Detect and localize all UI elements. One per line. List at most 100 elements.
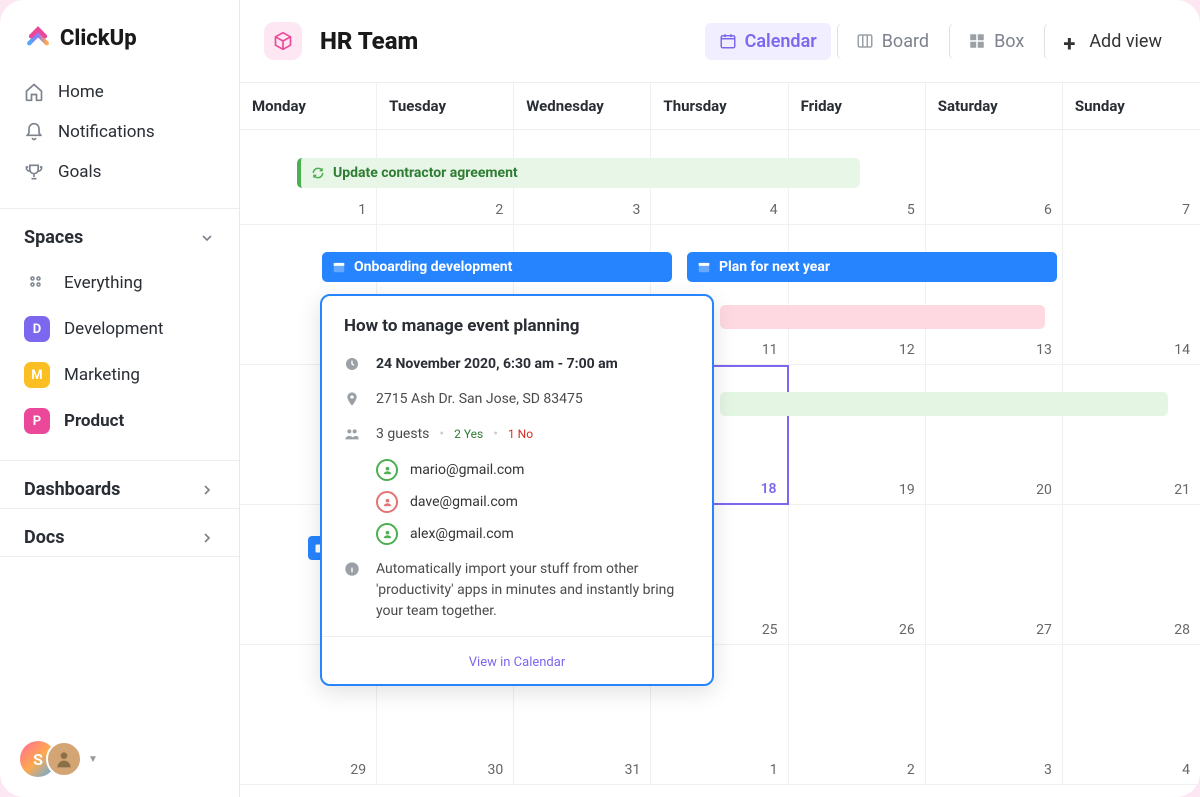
- guest-email: mario@gmail.com: [410, 462, 524, 478]
- view-board-label: Board: [882, 31, 929, 52]
- event-plan[interactable]: Plan for next year: [687, 252, 1057, 282]
- location-icon: [344, 391, 360, 407]
- event-onboarding[interactable]: Onboarding development: [322, 252, 672, 282]
- space-everything[interactable]: Everything: [8, 260, 231, 306]
- guest-email: dave@gmail.com: [410, 494, 518, 510]
- nav-goals[interactable]: Goals: [8, 152, 231, 192]
- cal-cell[interactable]: 21: [1063, 365, 1200, 505]
- space-everything-label: Everything: [64, 273, 143, 293]
- guest-avatar: [376, 491, 398, 513]
- event-pink[interactable]: [720, 305, 1045, 329]
- dayhead-thu: Thursday: [651, 83, 788, 129]
- popover-footer: View in Calendar: [322, 636, 712, 684]
- space-marketing-badge: M: [24, 362, 50, 388]
- guest-email: alex@gmail.com: [410, 526, 514, 542]
- clock-icon: [344, 356, 360, 372]
- dayhead-wed: Wednesday: [514, 83, 651, 129]
- cal-cell[interactable]: 12: [789, 225, 926, 365]
- grid-icon: [24, 270, 50, 296]
- dashboards-header[interactable]: Dashboards: [0, 460, 239, 508]
- dayhead-sun: Sunday: [1063, 83, 1200, 129]
- calendar-header-row: Monday Tuesday Wednesday Thursday Friday…: [240, 83, 1200, 130]
- dayhead-mon: Monday: [240, 83, 377, 129]
- space-badge: [264, 22, 302, 60]
- space-marketing[interactable]: M Marketing: [8, 352, 231, 398]
- view-calendar[interactable]: Calendar: [705, 23, 831, 60]
- cal-cell[interactable]: 27: [926, 505, 1063, 645]
- nav-home-label: Home: [58, 82, 104, 102]
- board-icon: [856, 32, 874, 50]
- space-title: HR Team: [320, 27, 418, 55]
- popover-yes: 2 Yes: [454, 427, 483, 441]
- spaces-header[interactable]: Spaces: [0, 208, 239, 256]
- guest-item: mario@gmail.com: [376, 459, 690, 481]
- calendar-body: 1 2 3 4 5 6 7 11 12 13 14 18 19: [240, 130, 1200, 797]
- space-development[interactable]: D Development: [8, 306, 231, 352]
- nav-goals-label: Goals: [58, 162, 101, 182]
- topbar: HR Team Calendar Board Box + Add view: [240, 0, 1200, 83]
- nav-notifications[interactable]: Notifications: [8, 112, 231, 152]
- dashboards-header-label: Dashboards: [24, 479, 120, 500]
- cal-cell[interactable]: 3: [926, 645, 1063, 785]
- cal-cell[interactable]: 26: [789, 505, 926, 645]
- cube-icon: [273, 31, 293, 51]
- caret-down-icon: ▼: [88, 754, 98, 765]
- space-product-label: Product: [64, 411, 124, 431]
- cal-cell[interactable]: 6: [926, 130, 1063, 225]
- space-product-badge: P: [24, 408, 50, 434]
- guest-item: alex@gmail.com: [376, 523, 690, 545]
- popover-location: 2715 Ash Dr. San Jose, SD 83475: [376, 389, 583, 410]
- chevron-right-icon: [199, 530, 215, 546]
- event-contractor-label: Update contractor agreement: [333, 165, 518, 181]
- chevron-right-icon: [199, 482, 215, 498]
- plus-icon: +: [1063, 32, 1081, 50]
- cal-cell[interactable]: 7: [1063, 130, 1200, 225]
- sidebar: ClickUp Home Notifications Goals Spaces: [0, 0, 240, 797]
- space-development-label: Development: [64, 319, 163, 339]
- cal-cell[interactable]: 19: [789, 365, 926, 505]
- cal-cell[interactable]: 28: [1063, 505, 1200, 645]
- view-board[interactable]: Board: [837, 23, 943, 60]
- nav-home[interactable]: Home: [8, 72, 231, 112]
- guest-avatar: [376, 523, 398, 545]
- popover-guests-count: 3 guests: [376, 424, 429, 445]
- popover-datetime: 24 November 2020, 6:30 am - 7:00 am: [376, 354, 618, 375]
- view-calendar-label: Calendar: [745, 31, 817, 52]
- dayhead-sat: Saturday: [926, 83, 1063, 129]
- space-product[interactable]: P Product: [8, 398, 231, 444]
- calendar-icon: [719, 32, 737, 50]
- refresh-icon: [311, 166, 325, 180]
- cal-cell[interactable]: 2: [789, 645, 926, 785]
- cal-cell[interactable]: 20: [926, 365, 1063, 505]
- view-in-calendar-link[interactable]: View in Calendar: [469, 655, 565, 670]
- people-icon: [344, 426, 360, 442]
- event-plan-label: Plan for next year: [719, 259, 830, 275]
- add-view[interactable]: + Add view: [1044, 23, 1176, 60]
- event-contractor[interactable]: Update contractor agreement: [297, 158, 860, 188]
- event-popover: How to manage event planning 24 November…: [320, 294, 714, 686]
- logo-text: ClickUp: [60, 26, 137, 51]
- logo[interactable]: ClickUp: [0, 0, 239, 68]
- chevron-down-icon: [199, 230, 215, 246]
- view-box-label: Box: [994, 31, 1024, 52]
- popover-title: How to manage event planning: [344, 316, 690, 336]
- cal-cell[interactable]: 4: [1063, 645, 1200, 785]
- guest-item: dave@gmail.com: [376, 491, 690, 513]
- nav-notifications-label: Notifications: [58, 122, 155, 142]
- view-box[interactable]: Box: [949, 23, 1038, 60]
- event-lightgreen[interactable]: [720, 392, 1168, 416]
- info-icon: [344, 561, 360, 577]
- guest-avatar: [376, 459, 398, 481]
- space-development-badge: D: [24, 316, 50, 342]
- dayhead-tue: Tuesday: [377, 83, 514, 129]
- dayhead-fri: Friday: [789, 83, 926, 129]
- add-view-label: Add view: [1089, 31, 1162, 52]
- cal-cell[interactable]: 14: [1063, 225, 1200, 365]
- docs-header[interactable]: Docs: [0, 508, 239, 556]
- popover-no: 1 No: [508, 427, 533, 441]
- user-switcher[interactable]: S ▼: [0, 721, 239, 797]
- cal-cell[interactable]: 13: [926, 225, 1063, 365]
- docs-header-label: Docs: [24, 527, 64, 548]
- logo-icon: [24, 24, 52, 52]
- event-onboarding-label: Onboarding development: [354, 259, 512, 275]
